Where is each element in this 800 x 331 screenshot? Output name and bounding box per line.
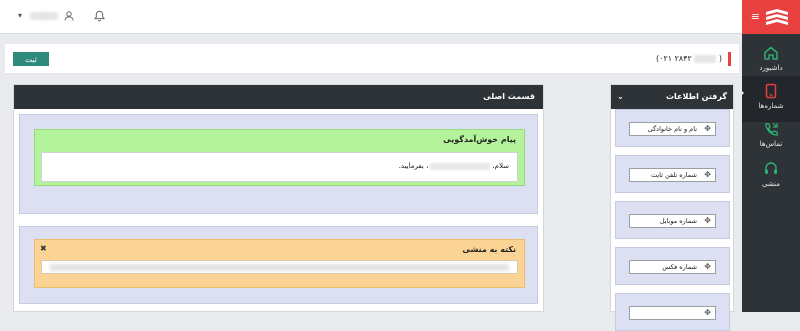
note-title: نکته به منشی	[462, 245, 516, 254]
info-panel: ⌄ گرفتن اطلاعات ✥ نام و نام خانوادگی ✥ ش…	[610, 84, 734, 331]
field-card: ✥ شماره فکس	[615, 247, 730, 285]
user-name[interactable]	[30, 12, 58, 20]
sidebar-item-label: منشی	[762, 180, 780, 188]
page-header: ثبت (۰۲۱ ۲۸۴۲ )	[5, 44, 739, 74]
main-section-panel: قسمت اصلی پیام خوش‌آمدگویی سلام، ، بفرمای…	[13, 84, 544, 312]
sidebar-nav: ≡ داشبورد شماره‌ها تماس‌ها منشی	[742, 0, 800, 312]
bell-icon[interactable]	[93, 10, 106, 24]
submit-button[interactable]: ثبت	[13, 52, 49, 66]
field-label: نام و نام خانوادگی	[647, 125, 697, 133]
chevron-down-icon[interactable]: ⌄	[617, 85, 624, 109]
field-card: ✥ نام و نام خانوادگی	[615, 109, 730, 147]
user-icon[interactable]	[64, 11, 74, 23]
move-icon[interactable]: ✥	[704, 307, 711, 319]
field-label: شماره فکس	[662, 263, 697, 271]
brand-header: ≡	[742, 0, 800, 34]
field-chip-fax[interactable]: ✥ شماره فکس	[629, 260, 716, 274]
field-chip-full-name[interactable]: ✥ نام و نام خانوادگی	[629, 122, 716, 136]
phone-suffix: )	[718, 54, 722, 63]
phone-hidden-digits	[694, 54, 717, 63]
welcome-title: پیام خوش‌آمدگویی	[443, 135, 516, 144]
note-input[interactable]	[41, 260, 518, 274]
welcome-message-text: سلام، ، بفرمایید.	[399, 162, 509, 170]
move-icon[interactable]: ✥	[704, 169, 711, 181]
secretary-icon	[765, 162, 777, 174]
field-card: ✥	[615, 293, 730, 331]
sidebar-item-secretary[interactable]: منشی	[742, 154, 800, 200]
welcome-card: پیام خوش‌آمدگویی سلام، ، بفرمایید.	[34, 129, 525, 186]
call-icon	[765, 122, 779, 136]
close-icon[interactable]: ✖	[40, 244, 47, 253]
phone-book-icon	[765, 83, 777, 99]
welcome-text-end: ، بفرمایید.	[398, 162, 429, 170]
field-card: ✥ شماره تلفن ثابت	[615, 155, 730, 193]
sidebar-item-label: شماره‌ها	[758, 102, 784, 110]
note-section: ✖ نکته به منشی	[19, 226, 538, 304]
active-indicator	[739, 88, 744, 98]
hamburger-menu-icon[interactable]: ≡	[751, 11, 760, 22]
move-icon[interactable]: ✥	[704, 261, 711, 273]
field-label: شماره تلفن ثابت	[650, 171, 697, 179]
home-icon	[764, 46, 778, 60]
caret-down-icon[interactable]: ▾	[18, 11, 22, 20]
welcome-text-start: سلام،	[492, 162, 509, 170]
field-chip-landline[interactable]: ✥ شماره تلفن ثابت	[629, 168, 716, 182]
main-section-title: قسمت اصلی	[14, 85, 543, 109]
field-card: ✥ شماره موبایل	[615, 201, 730, 239]
note-card: ✖ نکته به منشی	[34, 239, 525, 288]
welcome-message-field[interactable]: سلام، ، بفرمایید.	[41, 152, 518, 182]
move-icon[interactable]: ✥	[704, 123, 711, 135]
field-chip-mobile[interactable]: ✥ شماره موبایل	[629, 214, 716, 228]
redacted-name	[430, 162, 491, 170]
top-bar: ▾	[0, 0, 742, 34]
sidebar-item-label: تماس‌ها	[759, 140, 783, 148]
app-logo	[766, 9, 788, 25]
info-panel-title: گرفتن اطلاعات	[666, 92, 727, 101]
field-chip-more[interactable]: ✥	[629, 306, 716, 320]
field-label: شماره موبایل	[659, 217, 697, 225]
welcome-section: پیام خوش‌آمدگویی سلام، ، بفرمایید.	[19, 114, 538, 214]
move-icon[interactable]: ✥	[704, 215, 711, 227]
redacted-note	[50, 264, 509, 271]
phone-prefix: (۰۲۱	[656, 54, 673, 63]
info-panel-header: ⌄ گرفتن اطلاعات	[611, 85, 733, 109]
page-title-phone: (۰۲۱ ۲۸۴۲ )	[656, 52, 731, 66]
sidebar-item-label: داشبورد	[759, 64, 783, 72]
phone-visible: ۲۸۴۲	[674, 54, 692, 63]
